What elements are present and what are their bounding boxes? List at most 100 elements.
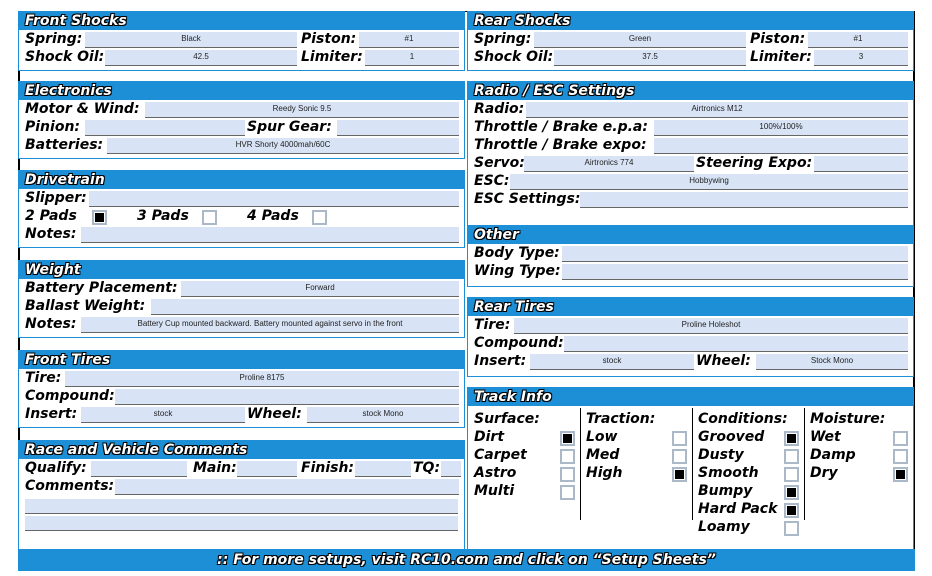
surface-carpet-label: Carpet	[474, 447, 527, 463]
conditions-hardpack-label: Hard Pack	[698, 501, 778, 517]
weight-notes-field[interactable]: Battery Cup mounted backward. Battery mo…	[81, 317, 459, 333]
rear-insert-field[interactable]: stock	[530, 354, 694, 370]
traction-column: Traction: Low Med High	[580, 408, 693, 520]
spur-gear-field[interactable]	[337, 120, 459, 136]
surface-dirt-label: Dirt	[474, 429, 505, 445]
rear-wheel-field[interactable]: Stock Mono	[756, 354, 908, 370]
conditions-bumpy-checkbox[interactable]	[784, 485, 799, 500]
qualify-field[interactable]	[91, 461, 187, 477]
pinion-row: Pinion: Spur Gear:	[19, 118, 464, 136]
wing-type-field[interactable]	[562, 264, 908, 280]
pads-2-checkbox[interactable]	[92, 210, 107, 225]
comments-line-3[interactable]	[25, 516, 458, 531]
rear-oil-row: Shock Oil: 37.5 Limiter: 3	[468, 48, 913, 66]
esc-settings-field[interactable]	[580, 192, 908, 208]
surface-title: Surface:	[474, 411, 540, 427]
rear-limiter-field[interactable]: 3	[814, 50, 908, 66]
conditions-smooth-checkbox[interactable]	[784, 467, 799, 482]
rear-compound-field[interactable]	[564, 336, 908, 352]
front-tire-field[interactable]: Proline 8175	[65, 371, 459, 387]
rear-tire-field[interactable]: Proline Holeshot	[514, 318, 908, 334]
spring-label: Spring:	[25, 31, 83, 47]
results-row: Qualify: Main: Finish: TQ:	[19, 459, 464, 477]
epa-label: Throttle / Brake e.p.a:	[474, 119, 648, 135]
esc-field[interactable]: Hobbywing	[510, 174, 908, 190]
conditions-dusty-checkbox[interactable]	[784, 449, 799, 464]
section-title: Electronics	[19, 82, 464, 100]
conditions-smooth-label: Smooth	[698, 465, 759, 481]
other-section: Other Body Type: Wing Type:	[467, 225, 914, 287]
motor-field[interactable]: Reedy Sonic 9.5	[145, 102, 459, 118]
moisture-damp-checkbox[interactable]	[893, 449, 908, 464]
section-title: Front Tires	[19, 351, 464, 369]
comments-line-2[interactable]	[25, 499, 458, 514]
batteries-field[interactable]: HVR Shorty 4000mah/60C	[107, 138, 459, 154]
epa-field[interactable]: 100%/100%	[654, 120, 908, 136]
front-spring-field[interactable]: Black	[85, 32, 297, 48]
radio-field[interactable]: Airtronics M12	[526, 102, 908, 118]
tq-field[interactable]	[441, 461, 461, 477]
insert-label: Insert:	[25, 406, 78, 422]
front-insert-field[interactable]: stock	[81, 407, 245, 423]
body-type-field[interactable]	[562, 246, 908, 262]
rear-oil-field[interactable]: 37.5	[554, 50, 746, 66]
insert-label: Insert:	[474, 353, 527, 369]
pads-3-checkbox[interactable]	[202, 210, 217, 225]
front-piston-field[interactable]: #1	[359, 32, 459, 48]
moisture-wet-checkbox[interactable]	[893, 431, 908, 446]
front-wheel-field[interactable]: stock Mono	[307, 407, 459, 423]
comments-field[interactable]	[115, 479, 459, 495]
conditions-hardpack-checkbox[interactable]	[784, 503, 799, 518]
steering-expo-field[interactable]	[814, 156, 908, 172]
front-spring-row: Spring: Black Piston: #1	[19, 30, 464, 48]
drivetrain-notes-field[interactable]	[81, 227, 459, 243]
surface-dirt-checkbox[interactable]	[560, 431, 575, 446]
finish-field[interactable]	[355, 461, 411, 477]
esc-settings-row: ESC Settings:	[468, 190, 913, 208]
expo-field[interactable]	[654, 138, 908, 154]
moisture-damp-label: Damp	[810, 447, 856, 463]
rear-piston-field[interactable]: #1	[808, 32, 908, 48]
pads-4-label: 4 Pads	[247, 208, 299, 224]
rear-insert-row: Insert: stock Wheel: Stock Mono	[468, 352, 913, 370]
spur-gear-label: Spur Gear:	[247, 119, 332, 135]
section-title: Drivetrain	[19, 171, 464, 189]
shock-oil-label: Shock Oil:	[25, 49, 105, 65]
rear-spring-field[interactable]: Green	[534, 32, 746, 48]
rear-spring-row: Spring: Green Piston: #1	[468, 30, 913, 48]
footer-banner[interactable]: :: For more setups, visit RC10.com and c…	[18, 549, 915, 571]
surface-multi-checkbox[interactable]	[560, 485, 575, 500]
track-info-section: Track Info Surface: Dirt Carpet Astro Mu…	[467, 387, 914, 550]
traction-low-checkbox[interactable]	[672, 431, 687, 446]
traction-high-label: High	[586, 465, 623, 481]
front-oil-field[interactable]: 42.5	[105, 50, 297, 66]
traction-med-checkbox[interactable]	[672, 449, 687, 464]
surface-carpet-checkbox[interactable]	[560, 449, 575, 464]
notes-label: Notes:	[25, 316, 77, 332]
conditions-grooved-checkbox[interactable]	[784, 431, 799, 446]
front-insert-row: Insert: stock Wheel: stock Mono	[19, 405, 464, 423]
rear-tire-row: Tire: Proline Holeshot	[468, 316, 913, 334]
limiter-label: Limiter:	[301, 49, 363, 65]
moisture-dry-checkbox[interactable]	[893, 467, 908, 482]
front-limiter-field[interactable]: 1	[365, 50, 459, 66]
conditions-loamy-checkbox[interactable]	[784, 521, 799, 536]
ballast-weight-field[interactable]	[151, 299, 459, 315]
slipper-field[interactable]	[89, 191, 459, 207]
section-title: Other	[468, 226, 913, 244]
battery-placement-row: Battery Placement: Forward	[19, 279, 464, 297]
battery-placement-field[interactable]: Forward	[181, 281, 459, 297]
pads-4-checkbox[interactable]	[312, 210, 327, 225]
main-field[interactable]	[237, 461, 297, 477]
pinion-field[interactable]	[85, 120, 245, 136]
rear-tires-section: Rear Tires Tire: Proline Holeshot Compou…	[467, 297, 914, 377]
surface-multi-label: Multi	[474, 483, 515, 499]
weight-section: Weight Battery Placement: Forward Ballas…	[18, 260, 465, 338]
surface-astro-checkbox[interactable]	[560, 467, 575, 482]
section-title: Track Info	[468, 388, 913, 406]
servo-field[interactable]: Airtronics 774	[524, 156, 694, 172]
traction-high-checkbox[interactable]	[672, 467, 687, 482]
front-compound-field[interactable]	[115, 389, 459, 405]
compound-label: Compound:	[25, 388, 115, 404]
body-type-row: Body Type:	[468, 244, 913, 262]
